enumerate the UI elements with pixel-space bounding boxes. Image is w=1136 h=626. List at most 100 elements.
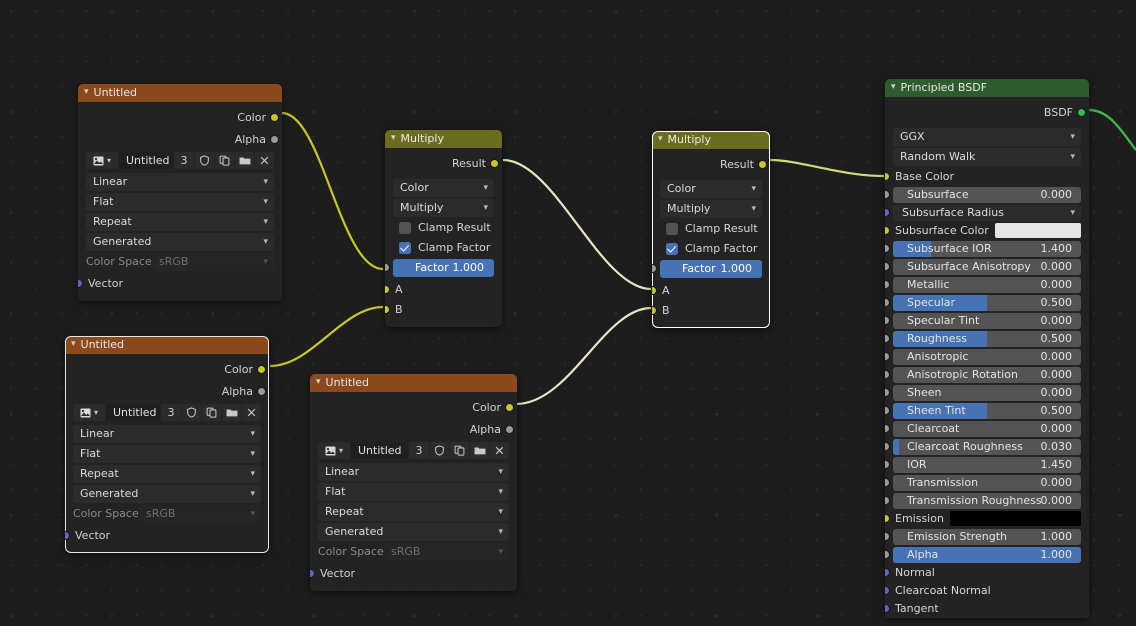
node-header[interactable]: ▾ Principled BSDF: [885, 79, 1089, 97]
socket-alpha-output[interactable]: [270, 135, 279, 144]
colorspace-row[interactable]: Color Space sRGB ▾: [73, 504, 261, 523]
bsdf-slider[interactable]: Metallic 0.000: [893, 276, 1081, 293]
close-icon[interactable]: [255, 152, 274, 169]
image-name-field[interactable]: Untitled: [351, 442, 408, 459]
socket-alpha-input[interactable]: [885, 550, 890, 559]
socket-sheen-input[interactable]: [885, 388, 890, 397]
copy-icon[interactable]: [450, 442, 469, 459]
source-dropdown[interactable]: Generated ▾: [86, 232, 274, 251]
bsdf-slider[interactable]: Anisotropic 0.000: [893, 348, 1081, 365]
socket-factor-input[interactable]: [652, 264, 657, 273]
extension-dropdown[interactable]: Repeat ▾: [73, 464, 261, 483]
projection-dropdown-row[interactable]: Flat ▾: [86, 192, 274, 211]
socket-bsdf-output[interactable]: [1077, 108, 1086, 117]
projection-dropdown[interactable]: Flat ▾: [73, 444, 261, 463]
chevron-down-icon[interactable]: ▾: [71, 336, 76, 353]
node-header[interactable]: ▾ Untitled: [65, 336, 269, 354]
projection-dropdown-row[interactable]: Flat ▾: [73, 444, 261, 463]
checkbox-checked-icon[interactable]: [399, 241, 411, 254]
source-dropdown-row[interactable]: Generated ▾: [73, 484, 261, 503]
socket-transmission-input[interactable]: [885, 478, 890, 487]
socket-factor-input[interactable]: [385, 263, 390, 272]
socket-subsurface-color-input[interactable]: [885, 226, 890, 235]
node-principled-bsdf[interactable]: ▾ Principled BSDF BSDF GGX ▾ Random Walk…: [885, 79, 1089, 618]
blendmode-dropdown[interactable]: Multiply ▾: [660, 199, 762, 218]
bsdf-prop-row[interactable]: IOR 1.450: [885, 456, 1081, 473]
extension-dropdown-row[interactable]: Repeat ▾: [318, 502, 509, 521]
bsdf-slider[interactable]: Alpha 1.000: [893, 546, 1081, 563]
interpolation-dropdown-row[interactable]: Linear ▾: [73, 424, 261, 443]
projection-dropdown[interactable]: Flat ▾: [86, 192, 274, 211]
bsdf-slider[interactable]: Clearcoat 0.000: [893, 420, 1081, 437]
clamp-result-checkbox[interactable]: Clamp Result: [660, 222, 758, 235]
chevron-down-icon[interactable]: ▾: [658, 131, 663, 148]
socket-anisotropic-input[interactable]: [885, 352, 890, 361]
node-editor-canvas[interactable]: ▾ Untitled Color Alpha ▾ Untitled 3 Line…: [0, 0, 1136, 626]
source-dropdown[interactable]: Generated ▾: [73, 484, 261, 503]
colorspace-row[interactable]: Color Space sRGB ▾: [318, 542, 509, 561]
bsdf-slider[interactable]: Anisotropic Rotation 0.000: [893, 366, 1081, 383]
bsdf-prop-row[interactable]: Clearcoat 0.000: [885, 420, 1081, 437]
chevron-down-icon[interactable]: ▾: [891, 79, 896, 96]
bsdf-prop-row[interactable]: Specular Tint 0.000: [885, 312, 1081, 329]
bsdf-slider[interactable]: Clearcoat Roughness 0.030: [893, 438, 1081, 455]
socket-result-output[interactable]: [490, 159, 499, 168]
socket-emission-strength-input[interactable]: [885, 532, 890, 541]
socket-tangent-input[interactable]: [885, 604, 890, 613]
bsdf-slider[interactable]: Transmission Roughness 0.000: [893, 492, 1081, 509]
checkbox-icon[interactable]: [666, 222, 678, 235]
socket-clearcoat-roughness-input[interactable]: [885, 442, 890, 451]
socket-subsurface-anisotropy-input[interactable]: [885, 262, 890, 271]
bsdf-prop-row[interactable]: Roughness 0.500: [885, 330, 1081, 347]
extension-dropdown-row[interactable]: Repeat ▾: [73, 464, 261, 483]
colorspace-dropdown[interactable]: sRGB ▾: [139, 504, 261, 523]
node-image-texture-3[interactable]: ▾ Untitled Color Alpha ▾ Untitled 3 Line…: [310, 374, 517, 591]
socket-a-input[interactable]: [385, 285, 390, 294]
socket-vector-input[interactable]: [65, 531, 70, 540]
distribution-dropdown-row[interactable]: GGX ▾: [893, 127, 1081, 146]
chevron-down-icon[interactable]: ▾: [94, 408, 98, 417]
bsdf-prop-row[interactable]: Alpha 1.000: [885, 546, 1081, 563]
socket-specular-tint-input[interactable]: [885, 316, 890, 325]
folder-icon[interactable]: [470, 442, 489, 459]
image-browse-button[interactable]: ▾: [73, 404, 105, 421]
bsdf-prop-row[interactable]: Transmission 0.000: [885, 474, 1081, 491]
factor-row[interactable]: Factor 1.000: [652, 259, 762, 278]
colorspace-dropdown[interactable]: sRGB ▾: [384, 542, 509, 561]
socket-alpha-output[interactable]: [257, 387, 266, 396]
factor-row[interactable]: Factor 1.000: [385, 258, 494, 277]
copy-icon[interactable]: [202, 404, 221, 421]
subsurface-method-dropdown[interactable]: Random Walk ▾: [893, 147, 1081, 166]
node-header[interactable]: ▾ Multiply: [385, 130, 502, 148]
clamp-result-row[interactable]: Clamp Result: [660, 219, 762, 238]
blendmode-dropdown-row[interactable]: Multiply ▾: [393, 198, 494, 217]
socket-specular-input[interactable]: [885, 298, 890, 307]
socket-normal-input[interactable]: [885, 568, 890, 577]
socket-a-input[interactable]: [652, 286, 657, 295]
clamp-result-row[interactable]: Clamp Result: [393, 218, 494, 237]
bsdf-slider[interactable]: Sheen 0.000: [893, 384, 1081, 401]
image-user-count[interactable]: 3: [409, 442, 429, 459]
bsdf-slider[interactable]: Specular Tint 0.000: [893, 312, 1081, 329]
subsurface-method-dropdown-row[interactable]: Random Walk ▾: [893, 147, 1081, 166]
bsdf-prop-row[interactable]: Subsurface IOR 1.400: [885, 240, 1081, 257]
bsdf-prop-row[interactable]: Subsurface Anisotropy 0.000: [885, 258, 1081, 275]
socket-vector-input[interactable]: [78, 279, 83, 288]
node-header[interactable]: ▾ Untitled: [310, 374, 517, 392]
factor-slider[interactable]: Factor 1.000: [660, 259, 762, 278]
bsdf-slider[interactable]: Transmission 0.000: [893, 474, 1081, 491]
bsdf-prop-row[interactable]: Transmission Roughness 0.000: [885, 492, 1081, 509]
socket-vector-input[interactable]: [310, 569, 315, 578]
bsdf-slider[interactable]: Subsurface Anisotropy 0.000: [893, 258, 1081, 275]
bsdf-prop-row[interactable]: Anisotropic 0.000: [885, 348, 1081, 365]
image-name-field[interactable]: Untitled: [106, 404, 160, 421]
image-user-count[interactable]: 3: [161, 404, 181, 421]
node-image-texture-1[interactable]: ▾ Untitled Color Alpha ▾ Untitled 3 Line…: [78, 84, 282, 301]
socket-roughness-input[interactable]: [885, 334, 890, 343]
image-datablock-bar[interactable]: ▾ Untitled 3: [86, 152, 274, 169]
clamp-factor-checkbox[interactable]: Clamp Factor: [393, 241, 490, 254]
source-dropdown[interactable]: Generated ▾: [318, 522, 509, 541]
datatype-dropdown-row[interactable]: Color ▾: [660, 179, 762, 198]
socket-sheen-tint-input[interactable]: [885, 406, 890, 415]
node-mix-multiply-1[interactable]: ▾ Multiply Result Color ▾ Multiply ▾ Cla…: [385, 130, 502, 327]
